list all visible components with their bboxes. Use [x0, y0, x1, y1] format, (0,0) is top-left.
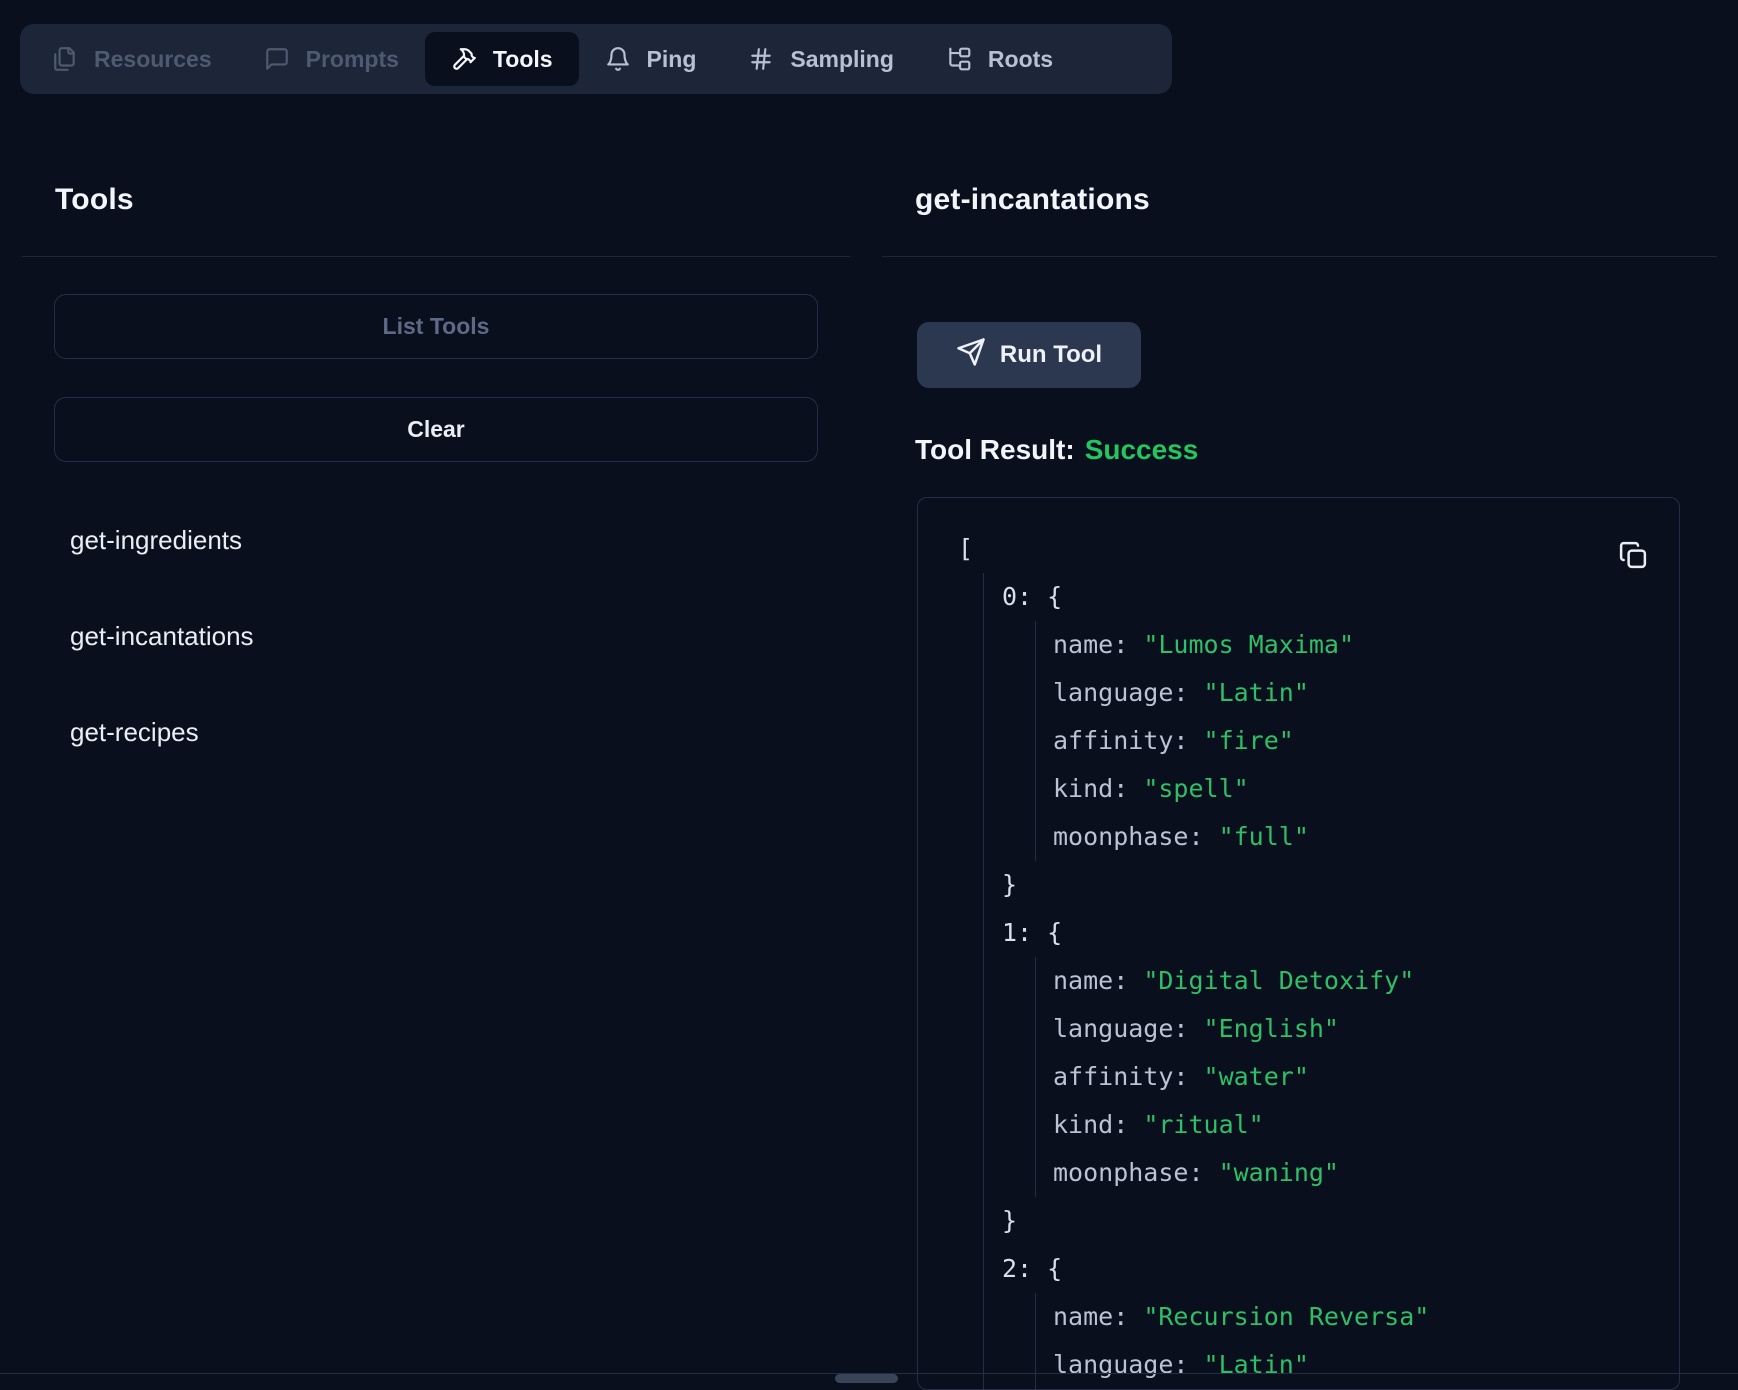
tab-label: Sampling	[790, 46, 894, 73]
clear-button[interactable]: Clear	[54, 397, 818, 462]
tree-icon	[946, 46, 972, 72]
message-icon	[264, 46, 290, 72]
tool-result-json-box: [0: {name: "Lumos Maxima"language: "Lati…	[917, 497, 1680, 1390]
right-panel-divider	[882, 256, 1717, 257]
tool-list: get-ingredients get-incantations get-recip…	[70, 527, 254, 815]
send-icon	[956, 337, 986, 374]
horizontal-scrollbar-thumb[interactable]	[835, 1374, 898, 1383]
tool-list-item-get-ingredients[interactable]: get-ingredients	[70, 527, 254, 554]
tool-list-item-get-incantations[interactable]: get-incantations	[70, 623, 254, 650]
json-tree: [0: {name: "Lumos Maxima"language: "Lati…	[918, 498, 1679, 1390]
tab-label: Roots	[988, 46, 1053, 73]
tool-result-label: Tool Result:	[915, 434, 1075, 465]
selected-tool-title: get-incantations	[915, 183, 1150, 217]
tab-tools[interactable]: Tools	[425, 32, 579, 86]
tab-resources[interactable]: Resources	[26, 32, 238, 86]
copy-button[interactable]	[1617, 540, 1649, 572]
files-icon	[52, 46, 78, 72]
left-panel-divider	[22, 256, 850, 257]
tab-prompts[interactable]: Prompts	[238, 32, 425, 86]
tab-roots[interactable]: Roots	[920, 32, 1079, 86]
tab-bar: Resources Prompts Tools Ping Sampling Roots	[20, 24, 1172, 94]
left-panel-title: Tools	[55, 183, 134, 217]
tab-label: Tools	[493, 46, 553, 73]
tool-list-item-get-recipes[interactable]: get-recipes	[70, 719, 254, 746]
tab-label: Resources	[94, 46, 212, 73]
hammer-icon	[451, 46, 477, 72]
tab-label: Prompts	[306, 46, 399, 73]
copy-icon	[1618, 558, 1648, 573]
bell-icon	[605, 46, 631, 72]
tool-result-line: Tool Result: Success	[915, 434, 1198, 466]
run-tool-label: Run Tool	[1000, 341, 1102, 369]
hash-icon	[748, 46, 774, 72]
tab-label: Ping	[647, 46, 697, 73]
list-tools-button[interactable]: List Tools	[54, 294, 818, 359]
tab-sampling[interactable]: Sampling	[722, 32, 920, 86]
tab-ping[interactable]: Ping	[579, 32, 723, 86]
tool-result-status: Success	[1085, 434, 1199, 465]
run-tool-button[interactable]: Run Tool	[917, 322, 1141, 388]
